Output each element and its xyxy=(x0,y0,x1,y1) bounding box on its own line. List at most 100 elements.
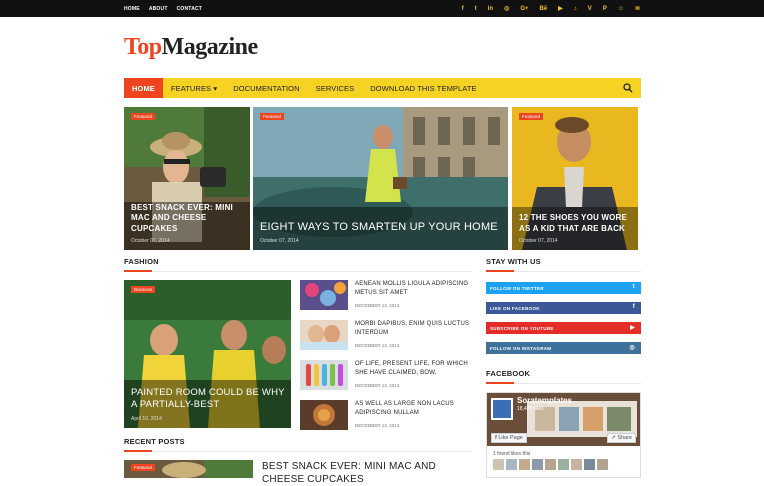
follow-label: FOLLOW ON INSTAGRAM xyxy=(490,345,552,351)
featured-post-1[interactable]: Featured BEST SNACK EVER: MINI MAC AND C… xyxy=(124,107,250,250)
main-nav: HOME FEATURES ▾ DOCUMENTATION SERVICES D… xyxy=(124,78,641,98)
post-title[interactable]: AENEAN MOLLIS LIGULA ADIPISCING METUS SI… xyxy=(355,280,477,297)
avatar[interactable] xyxy=(532,459,543,470)
avatar[interactable] xyxy=(584,459,595,470)
youtube-icon[interactable]: ▶ xyxy=(558,5,563,12)
post-date: October 07, 2014 xyxy=(131,238,170,244)
fashion-big-post[interactable]: Business PAINTED ROOM COULD BE WHY A PAR… xyxy=(124,280,291,428)
search-icon[interactable] xyxy=(623,83,633,93)
follow-instagram-button[interactable]: FOLLOW ON INSTAGRAM ◎ xyxy=(486,342,641,354)
list-item[interactable]: AENEAN MOLLIS LIGULA ADIPISCING METUS SI… xyxy=(300,280,480,310)
instagram-icon: ◎ xyxy=(629,345,635,351)
nav-download-template[interactable]: DOWNLOAD THIS TEMPLATE xyxy=(362,78,484,98)
nav-services[interactable]: SERVICES xyxy=(308,78,363,98)
avatar[interactable] xyxy=(571,459,582,470)
avatar[interactable] xyxy=(519,459,530,470)
facebook-page-name[interactable]: Soratemplates xyxy=(517,396,572,405)
badge: Featured xyxy=(131,464,156,471)
post-title[interactable]: AS WELL AS LARGE NON LACUS ADIPISCING NU… xyxy=(355,400,477,417)
avatar[interactable] xyxy=(506,459,517,470)
badge: Featured xyxy=(131,113,156,120)
share-label: Share xyxy=(617,435,632,441)
post-title[interactable]: OF LIFE, PRESENT LIFE, FOR WHICH SHE HAV… xyxy=(355,360,477,377)
fashion-heading[interactable]: FASHION xyxy=(124,257,159,266)
google-plus-icon[interactable]: G+ xyxy=(520,6,528,12)
post-thumbnail xyxy=(300,400,348,430)
divider xyxy=(124,451,472,452)
stay-with-us-heading: STAY WITH US xyxy=(486,257,541,266)
heading-accent xyxy=(486,270,514,272)
facebook-likes-count: 18,425 likes xyxy=(517,406,544,412)
site-logo[interactable]: TopMagazine xyxy=(124,34,258,61)
share-button[interactable]: ↗ Share xyxy=(607,433,636,443)
twitter-icon: t xyxy=(632,284,635,290)
top-bar xyxy=(0,0,764,17)
post-date: DECEMBER 14, 2013 xyxy=(355,383,400,388)
follow-label: FOLLOW ON TWITTER xyxy=(490,285,544,291)
pinterest-icon[interactable]: P xyxy=(603,6,607,12)
avatar[interactable] xyxy=(558,459,569,470)
post-date: DECEMBER 14, 2013 xyxy=(355,303,400,308)
list-item[interactable]: AS WELL AS LARGE NON LACUS ADIPISCING NU… xyxy=(300,400,480,430)
post-title[interactable]: EIGHT WAYS TO SMARTEN UP YOUR HOME xyxy=(260,221,502,234)
post-date: DECEMBER 14, 2013 xyxy=(355,423,400,428)
post-thumbnail xyxy=(300,280,348,310)
list-item[interactable]: OF LIFE, PRESENT LIFE, FOR WHICH SHE HAV… xyxy=(300,360,480,390)
featured-post-2[interactable]: Featured EIGHT WAYS TO SMARTEN UP YOUR H… xyxy=(253,107,508,250)
recent-post-title[interactable]: BEST SNACK EVER: MINI MAC AND CHEESE CUP… xyxy=(262,460,472,486)
avatar[interactable] xyxy=(597,459,608,470)
recent-posts-heading[interactable]: RECENT POSTS xyxy=(124,437,185,446)
share-icon: ↗ xyxy=(611,435,616,441)
list-item[interactable]: MORBI DAPIBUS, ENIM QUIS LUCTUS INTERDUM… xyxy=(300,320,480,350)
nav-features[interactable]: FEATURES ▾ xyxy=(163,78,225,98)
vimeo-icon[interactable]: V xyxy=(588,6,592,12)
facebook-heading: FACEBOOK xyxy=(486,369,531,378)
post-date: October 07, 2014 xyxy=(519,238,558,244)
heading-accent xyxy=(486,382,514,384)
follow-label: SUBSCRIBE ON YOUTUBE xyxy=(490,325,554,331)
follow-label: LIKE ON FACEBOOK xyxy=(490,305,540,311)
post-title[interactable]: PAINTED ROOM COULD BE WHY A PARTIALLY-BE… xyxy=(131,387,285,411)
recent-post-thumbnail[interactable]: Featured xyxy=(124,460,253,478)
featured-post-3[interactable]: Featured 12 THE SHOES YOU WORE AS A KID … xyxy=(512,107,638,250)
divider xyxy=(124,271,472,272)
post-title[interactable]: BEST SNACK EVER: MINI MAC AND CHEESE CUP… xyxy=(131,203,244,235)
behance-icon[interactable]: Bē xyxy=(540,6,548,12)
post-date: April 10, 2014 xyxy=(131,416,162,422)
friends-like-text: 1 friend likes this xyxy=(493,451,531,457)
post-title[interactable]: MORBI DAPIBUS, ENIM QUIS LUCTUS INTERDUM xyxy=(355,320,477,337)
post-thumbnail xyxy=(300,320,348,350)
post-thumbnail xyxy=(300,360,348,390)
badge: Business xyxy=(131,286,156,293)
twitter-icon[interactable]: t xyxy=(475,6,477,12)
social-icons: f t in ◎ G+ Bē ▶ ♪ V P ☺ ≋ xyxy=(462,0,640,17)
friend-avatars xyxy=(493,459,608,470)
subscribe-youtube-button[interactable]: SUBSCRIBE ON YOUTUBE ▶ xyxy=(486,322,641,334)
top-link-about[interactable]: ABOUT xyxy=(149,6,168,12)
facebook-icon[interactable]: f xyxy=(462,6,464,12)
top-link-contact[interactable]: CONTACT xyxy=(177,6,202,12)
instagram-icon[interactable]: ◎ xyxy=(504,5,509,12)
avatar[interactable] xyxy=(493,459,504,470)
facebook-icon: f xyxy=(632,304,635,310)
post-date: October 07, 2014 xyxy=(260,238,299,244)
linkedin-icon[interactable]: in xyxy=(488,6,493,12)
nav-documentation[interactable]: DOCUMENTATION xyxy=(225,78,307,98)
reddit-icon[interactable]: ☺ xyxy=(618,6,624,12)
logo-first: Top xyxy=(124,34,162,60)
soundcloud-icon[interactable]: ♪ xyxy=(574,6,577,12)
top-links: HOME ABOUT CONTACT xyxy=(124,0,202,17)
follow-twitter-button[interactable]: FOLLOW ON TWITTER t xyxy=(486,282,641,294)
post-date: DECEMBER 14, 2013 xyxy=(355,343,400,348)
avatar[interactable] xyxy=(545,459,556,470)
like-page-button[interactable]: f Like Page xyxy=(491,433,527,443)
post-title[interactable]: 12 THE SHOES YOU WORE AS A KID THAT ARE … xyxy=(519,213,632,234)
nav-home[interactable]: HOME xyxy=(124,78,163,98)
logo-second: Magazine xyxy=(161,34,258,60)
facebook-page-widget[interactable]: Soratemplates 18,425 likes f Like Page ↗… xyxy=(486,392,641,478)
top-link-home[interactable]: HOME xyxy=(124,6,140,12)
like-facebook-button[interactable]: LIKE ON FACEBOOK f xyxy=(486,302,641,314)
heading-accent xyxy=(124,450,152,452)
youtube-icon: ▶ xyxy=(630,325,635,331)
rss-icon[interactable]: ≋ xyxy=(635,5,640,12)
